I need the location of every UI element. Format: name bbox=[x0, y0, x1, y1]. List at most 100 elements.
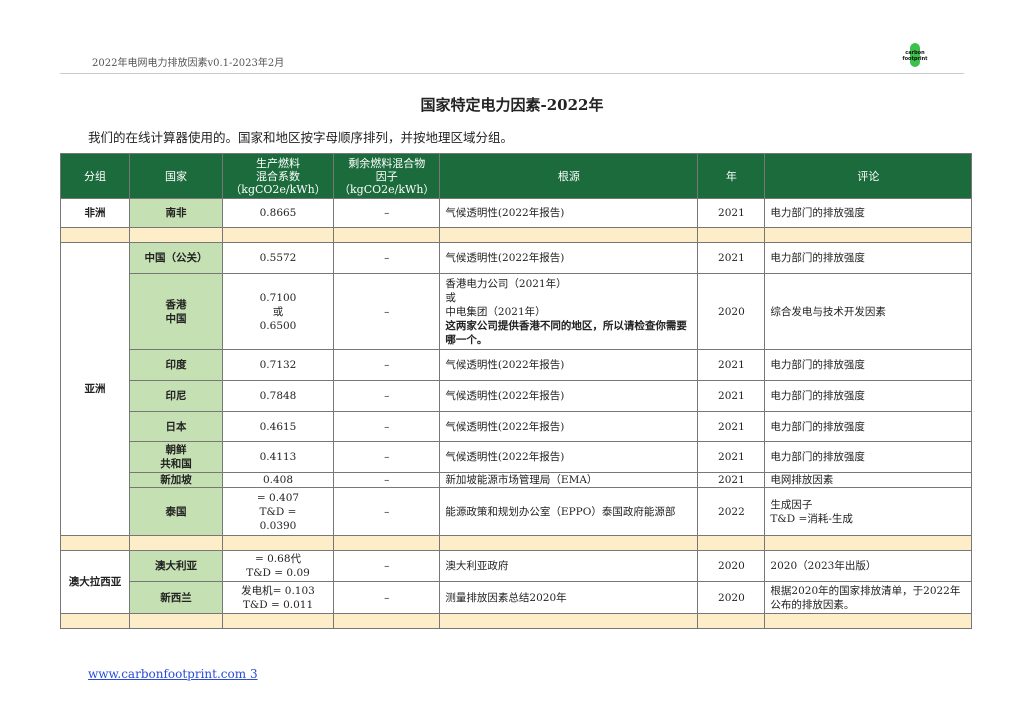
source-cell: 能源政策和规划办公室（EPPO）泰国政府能源部 bbox=[439, 487, 699, 536]
source-text: 新加坡能源市场管理局（EMA） bbox=[445, 474, 598, 486]
country-cell: 中国（公关） bbox=[129, 242, 223, 274]
residual-cell: – bbox=[332, 411, 441, 442]
factor-cell: 0.8665 bbox=[222, 198, 334, 228]
year-cell: 2021 bbox=[697, 411, 766, 442]
page-number: 3 bbox=[249, 667, 258, 681]
factor-cell: 0.4615 bbox=[222, 411, 334, 442]
factor-cell: 0.7100 或 0.6500 bbox=[222, 273, 334, 350]
year-cell: 2020 bbox=[697, 550, 766, 582]
source-cell: 气候透明性(2022年报告) bbox=[439, 198, 699, 228]
country-cell: 泰国 bbox=[129, 487, 223, 536]
residual-cell: – bbox=[332, 349, 441, 381]
group-cell: 非洲 bbox=[60, 198, 130, 228]
source-cell: 测量排放因素总结2020年 bbox=[439, 581, 699, 614]
residual-cell: – bbox=[332, 550, 441, 582]
table-header-row: 分组 国家 生产燃料 混合系数 （kgCO2e/kWh） 剩余燃料混合物 因子 … bbox=[60, 153, 973, 199]
table-row: 新西兰 发电机= 0.103 T&D = 0.011– 测量排放因素总结2020年 2… bbox=[61, 581, 973, 614]
table-row: 朝鲜 共和国 0.4113– 气候透明性(2022年报告) 2021 电力部门的排放强度 bbox=[61, 441, 973, 473]
source-text: 香港电力公司（2021年） 或 中电集团（2021年） bbox=[445, 277, 567, 318]
spacer-cell bbox=[439, 535, 699, 551]
col-header-comment: 评论 bbox=[764, 153, 973, 199]
col-header-group: 分组 bbox=[60, 153, 130, 199]
residual-cell: – bbox=[332, 198, 441, 228]
table-row: 香港 中国 0.7100 或 0.6500– 香港电力公司（2021年） 或 中电集… bbox=[61, 273, 973, 350]
source-text: 澳大利亚政府 bbox=[445, 560, 509, 572]
table-row: 非洲 南非 0.8665– 气候透明性(2022年报告) 2021 电力部门的排放强度 bbox=[60, 198, 973, 228]
factor-cell: 0.7132 bbox=[222, 349, 334, 381]
comment-cell: 电力部门的排放强度 bbox=[764, 441, 973, 473]
residual-cell: – bbox=[332, 581, 441, 614]
spacer-row bbox=[60, 535, 973, 551]
source-cell: 澳大利亚政府 bbox=[439, 550, 699, 582]
factor-cell: 发电机= 0.103 T&D = 0.011 bbox=[222, 581, 334, 614]
emission-factors-table: 分组 国家 生产燃料 混合系数 （kgCO2e/kWh） 剩余燃料混合物 因子 … bbox=[60, 153, 973, 629]
source-text: 测量排放因素总结2020年 bbox=[445, 591, 567, 604]
spacer-cell bbox=[222, 227, 334, 243]
year-cell: 2020 bbox=[697, 581, 766, 614]
source-text: 气候透明性(2022年报告) bbox=[445, 420, 565, 433]
spacer-row bbox=[60, 613, 973, 629]
spacer-cell bbox=[764, 535, 973, 551]
col-header-country: 国家 bbox=[129, 153, 223, 199]
country-cell: 新加坡 bbox=[129, 472, 223, 488]
residual-cell: – bbox=[332, 487, 441, 536]
source-text: 气候透明性(2022年报告) bbox=[445, 451, 565, 463]
comment-cell: 电力部门的排放强度 bbox=[764, 198, 973, 228]
comment-cell: 综合发电与技术开发因素 bbox=[764, 273, 973, 350]
country-cell: 南非 bbox=[129, 198, 223, 228]
spacer-cell bbox=[697, 227, 766, 243]
spacer-cell bbox=[222, 613, 334, 629]
comment-cell: 根据2020年的国家排放清单，于2022年公布的排放因素。 bbox=[764, 581, 973, 614]
factor-cell: = 0.407 T&D = 0.0390 bbox=[222, 487, 334, 536]
source-cell: 气候透明性(2022年报告) bbox=[439, 380, 699, 412]
year-cell: 2022 bbox=[697, 487, 766, 536]
source-text: 气候透明性(2022年报告) bbox=[445, 359, 565, 371]
spacer-cell bbox=[764, 227, 973, 243]
comment-cell: 2020（2023年出版） bbox=[764, 550, 973, 582]
source-cell: 气候透明性(2022年报告) bbox=[439, 411, 699, 442]
year-cell: 2021 bbox=[697, 472, 766, 488]
website-link[interactable]: www.carbonfootprint.com 3 bbox=[88, 667, 258, 681]
source-cell: 香港电力公司（2021年） 或 中电集团（2021年） 这两家公司提供香港不同的地… bbox=[439, 273, 699, 350]
table-row: 亚洲 中国（公关） 0.5572– 气候透明性(2022年报告) 2021 电力部门的排放… bbox=[60, 242, 973, 536]
residual-cell: – bbox=[332, 242, 441, 274]
country-cell: 朝鲜 共和国 bbox=[129, 441, 223, 473]
comment-cell: 电力部门的排放强度 bbox=[764, 242, 973, 274]
country-cell: 香港 中国 bbox=[129, 273, 223, 350]
residual-cell: – bbox=[332, 441, 441, 473]
comment-cell: 电力部门的排放强度 bbox=[764, 380, 973, 412]
spacer-cell bbox=[332, 613, 441, 629]
comment-cell: 电力部门的排放强度 bbox=[764, 411, 973, 442]
spacer-row bbox=[60, 227, 973, 243]
col-header-factor: 生产燃料 混合系数 （kgCO2e/kWh） bbox=[222, 153, 334, 199]
table-row: 泰国 = 0.407 T&D = 0.0390– 能源政策和规划办公室（EPPO）… bbox=[61, 487, 973, 536]
year-cell: 2021 bbox=[697, 198, 766, 228]
residual-cell: – bbox=[332, 273, 441, 350]
factor-cell: 0.4113 bbox=[222, 441, 334, 473]
country-cell: 印度 bbox=[129, 349, 223, 381]
source-note: 这两家公司提供香港不同的地区，所以请检查你需要哪一个。 bbox=[445, 319, 687, 346]
spacer-cell bbox=[764, 613, 973, 629]
source-cell: 气候透明性(2022年报告) bbox=[439, 349, 699, 381]
year-cell: 2021 bbox=[697, 242, 766, 274]
spacer-cell bbox=[129, 535, 223, 551]
comment-cell: 生成因子 T&D =消耗-生成 bbox=[764, 487, 973, 536]
spacer-cell bbox=[60, 227, 130, 243]
table-row: 日本 0.4615– 气候透明性(2022年报告) 2021 电力部门的排放强度 bbox=[61, 411, 973, 442]
factor-cell: 0.7848 bbox=[222, 380, 334, 412]
country-cell: 日本 bbox=[129, 411, 223, 442]
country-cell: 澳大利亚 bbox=[129, 550, 223, 582]
page-title: 国家特定电力因素-2022年 bbox=[420, 96, 604, 114]
country-cell: 新西兰 bbox=[129, 581, 223, 614]
spacer-cell bbox=[439, 227, 699, 243]
year-cell: 2020 bbox=[697, 273, 766, 350]
year-cell: 2021 bbox=[697, 349, 766, 381]
spacer-cell bbox=[332, 227, 441, 243]
year-cell: 2021 bbox=[697, 441, 766, 473]
factor-cell: 0.408 bbox=[222, 472, 334, 488]
source-text: 气候透明性(2022年报告) bbox=[445, 207, 565, 219]
spacer-cell bbox=[697, 613, 766, 629]
source-text: 气候透明性(2022年报告) bbox=[445, 390, 565, 402]
col-header-year: 年 bbox=[697, 153, 766, 199]
factor-cell: = 0.68代 T&D = 0.09 bbox=[222, 550, 334, 582]
